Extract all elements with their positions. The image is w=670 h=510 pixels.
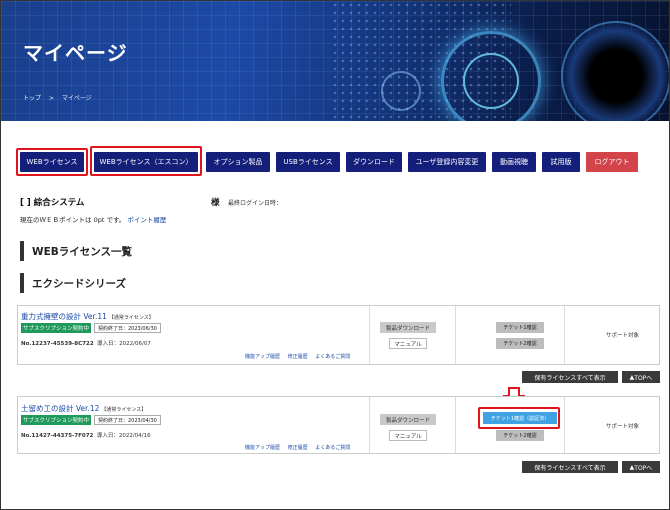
back-to-top-button[interactable]: ▲ TOPへ: [622, 461, 660, 473]
user-company-name: [ ] 綜合システム: [20, 198, 85, 208]
breadcrumb: トップ > マイページ: [23, 93, 98, 102]
user-honorific: 様: [211, 198, 220, 208]
faq-link[interactable]: よくあるご質問: [315, 445, 350, 451]
contract-end-date: 契約終了日：2023/04/30: [94, 415, 161, 425]
feature-history-link[interactable]: 機能アップ履歴: [245, 445, 280, 451]
points-text: 現在のＷＥＢポイントは 0pt です。: [20, 216, 126, 224]
hero-banner: マイページ トップ > マイページ: [1, 1, 669, 121]
subscription-status-badge: サブスクリプション契約中: [21, 323, 91, 333]
license-type: 【通常ライセンス】: [101, 407, 147, 413]
nav-user-change-button[interactable]: ユーザ登録内容変更: [408, 152, 486, 172]
support-status: サポート対象: [606, 333, 640, 339]
column-divider: [564, 306, 565, 364]
column-divider: [455, 306, 456, 364]
product-number: No.12237-45539-8C722 導入日：2022/06/07: [21, 341, 151, 347]
points-history-link[interactable]: ポイント履歴: [127, 216, 166, 224]
nav-usb-license-button[interactable]: USBライセンス: [276, 152, 340, 172]
fix-history-link[interactable]: 修正履歴: [288, 445, 308, 451]
column-divider: [369, 397, 370, 453]
column-divider: [369, 306, 370, 364]
breadcrumb-separator: >: [48, 95, 54, 102]
product-number: No.11427-44375-7F072 導入日：2022/04/16: [21, 433, 151, 439]
nav-download-button[interactable]: ダウンロード: [346, 152, 402, 172]
ticket2-button[interactable]: チケット2確認: [496, 430, 544, 441]
product-links: 機能アップ履歴 修正履歴 よくあるご質問: [245, 444, 356, 451]
license-type: 【通常ライセンス】: [108, 315, 154, 321]
column-divider: [564, 397, 565, 453]
nav-options-button[interactable]: オプション製品: [206, 152, 270, 172]
points-line: 現在のＷＥＢポイントは 0pt です。 ポイント履歴: [20, 214, 166, 224]
product-title[interactable]: 重力式擁壁の設計 Ver.11 【通常ライセンス】: [21, 311, 154, 322]
highlight-frame: [478, 407, 560, 429]
column-divider: [455, 397, 456, 453]
subscription-status-badge: サブスクリプション契約中: [21, 415, 91, 425]
section-heading-web-license-list: WEBライセンス一覧: [20, 241, 132, 261]
product-download-button[interactable]: 製品ダウンロード: [380, 414, 436, 425]
hero-lens-decoration: [561, 21, 669, 121]
page-title: マイページ: [23, 41, 128, 65]
show-all-licenses-button[interactable]: 保有ライセンスすべて表示: [522, 371, 618, 383]
nav-video-button[interactable]: 動画視聴: [492, 152, 536, 172]
ticket1-button[interactable]: チケット1確認: [496, 322, 544, 333]
product-row: 重力式擁壁の設計 Ver.11 【通常ライセンス】 サブスクリプション契約中 契約…: [17, 305, 660, 365]
show-all-licenses-button[interactable]: 保有ライセンスすべて表示: [522, 461, 618, 473]
manual-button[interactable]: マニュアル: [389, 430, 427, 441]
product-links: 機能アップ履歴 修正履歴 よくあるご質問: [245, 353, 356, 360]
feature-history-link[interactable]: 機能アップ履歴: [245, 354, 280, 360]
last-login-label: 最終ログイン日時：: [228, 200, 283, 207]
hero-ring-decoration: [381, 71, 421, 111]
back-to-top-button[interactable]: ▲ TOPへ: [622, 371, 660, 383]
breadcrumb-top[interactable]: トップ: [23, 95, 41, 102]
highlight-frame: [90, 146, 202, 176]
nav-trial-button[interactable]: 試用版: [542, 152, 580, 172]
support-status: サポート対象: [606, 424, 640, 430]
manual-button[interactable]: マニュアル: [389, 338, 427, 349]
product-download-button[interactable]: 製品ダウンロード: [380, 322, 436, 333]
faq-link[interactable]: よくあるご質問: [315, 354, 350, 360]
breadcrumb-current: マイページ: [61, 95, 92, 102]
ticket2-button[interactable]: チケット2確認: [496, 338, 544, 349]
contract-end-date: 契約終了日：2023/06/30: [94, 323, 161, 333]
product-row: 土留め工の設計 Ver.12 【通常ライセンス】 サブスクリプション契約中 契約終…: [17, 396, 660, 454]
section-heading-series: エクシードシリーズ: [20, 273, 126, 293]
product-title[interactable]: 土留め工の設計 Ver.12 【通常ライセンス】: [21, 403, 146, 414]
highlight-frame: [16, 148, 88, 176]
fix-history-link[interactable]: 修正履歴: [288, 354, 308, 360]
hero-ring-decoration: [463, 53, 519, 109]
nav-logout-button[interactable]: ログアウト: [586, 152, 638, 172]
